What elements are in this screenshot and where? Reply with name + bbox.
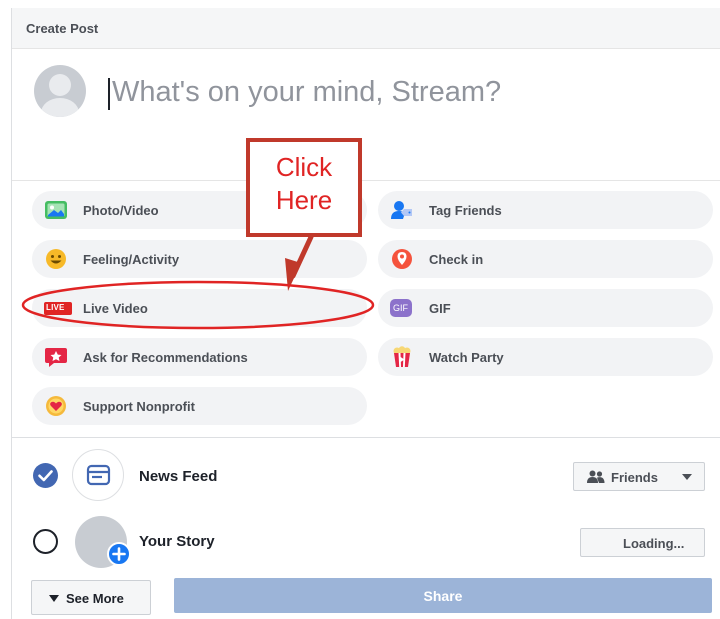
callout-text: Click Here	[275, 152, 333, 215]
annotation-overlay	[21, 138, 375, 330]
